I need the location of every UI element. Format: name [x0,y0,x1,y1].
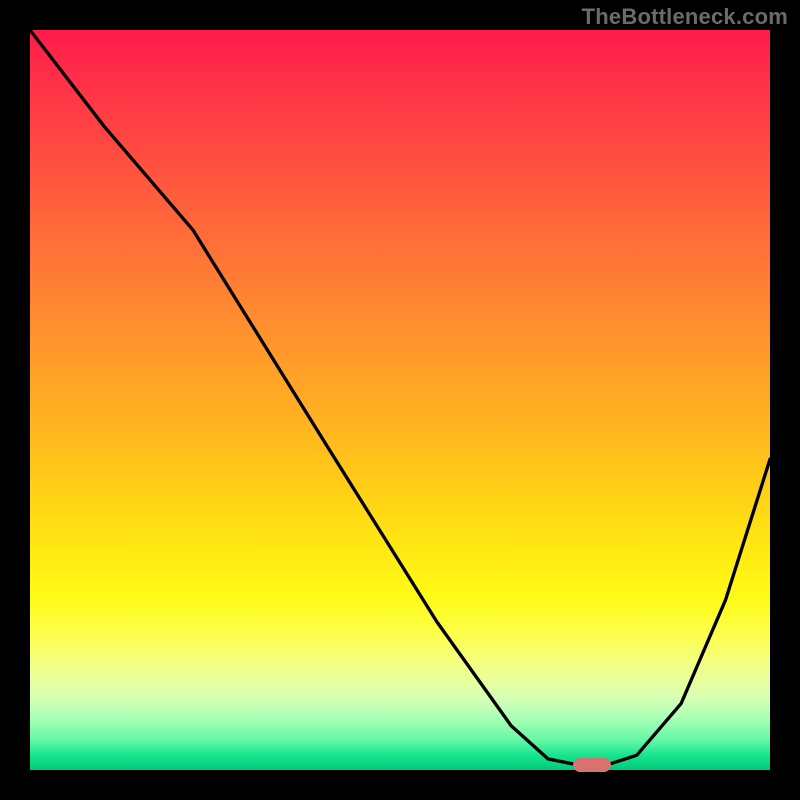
watermark-text: TheBottleneck.com [582,4,788,30]
bottleneck-curve [30,30,770,765]
chart-frame: TheBottleneck.com [0,0,800,800]
optimal-marker [573,758,611,772]
curve-svg [30,30,770,770]
plot-area [30,30,770,770]
